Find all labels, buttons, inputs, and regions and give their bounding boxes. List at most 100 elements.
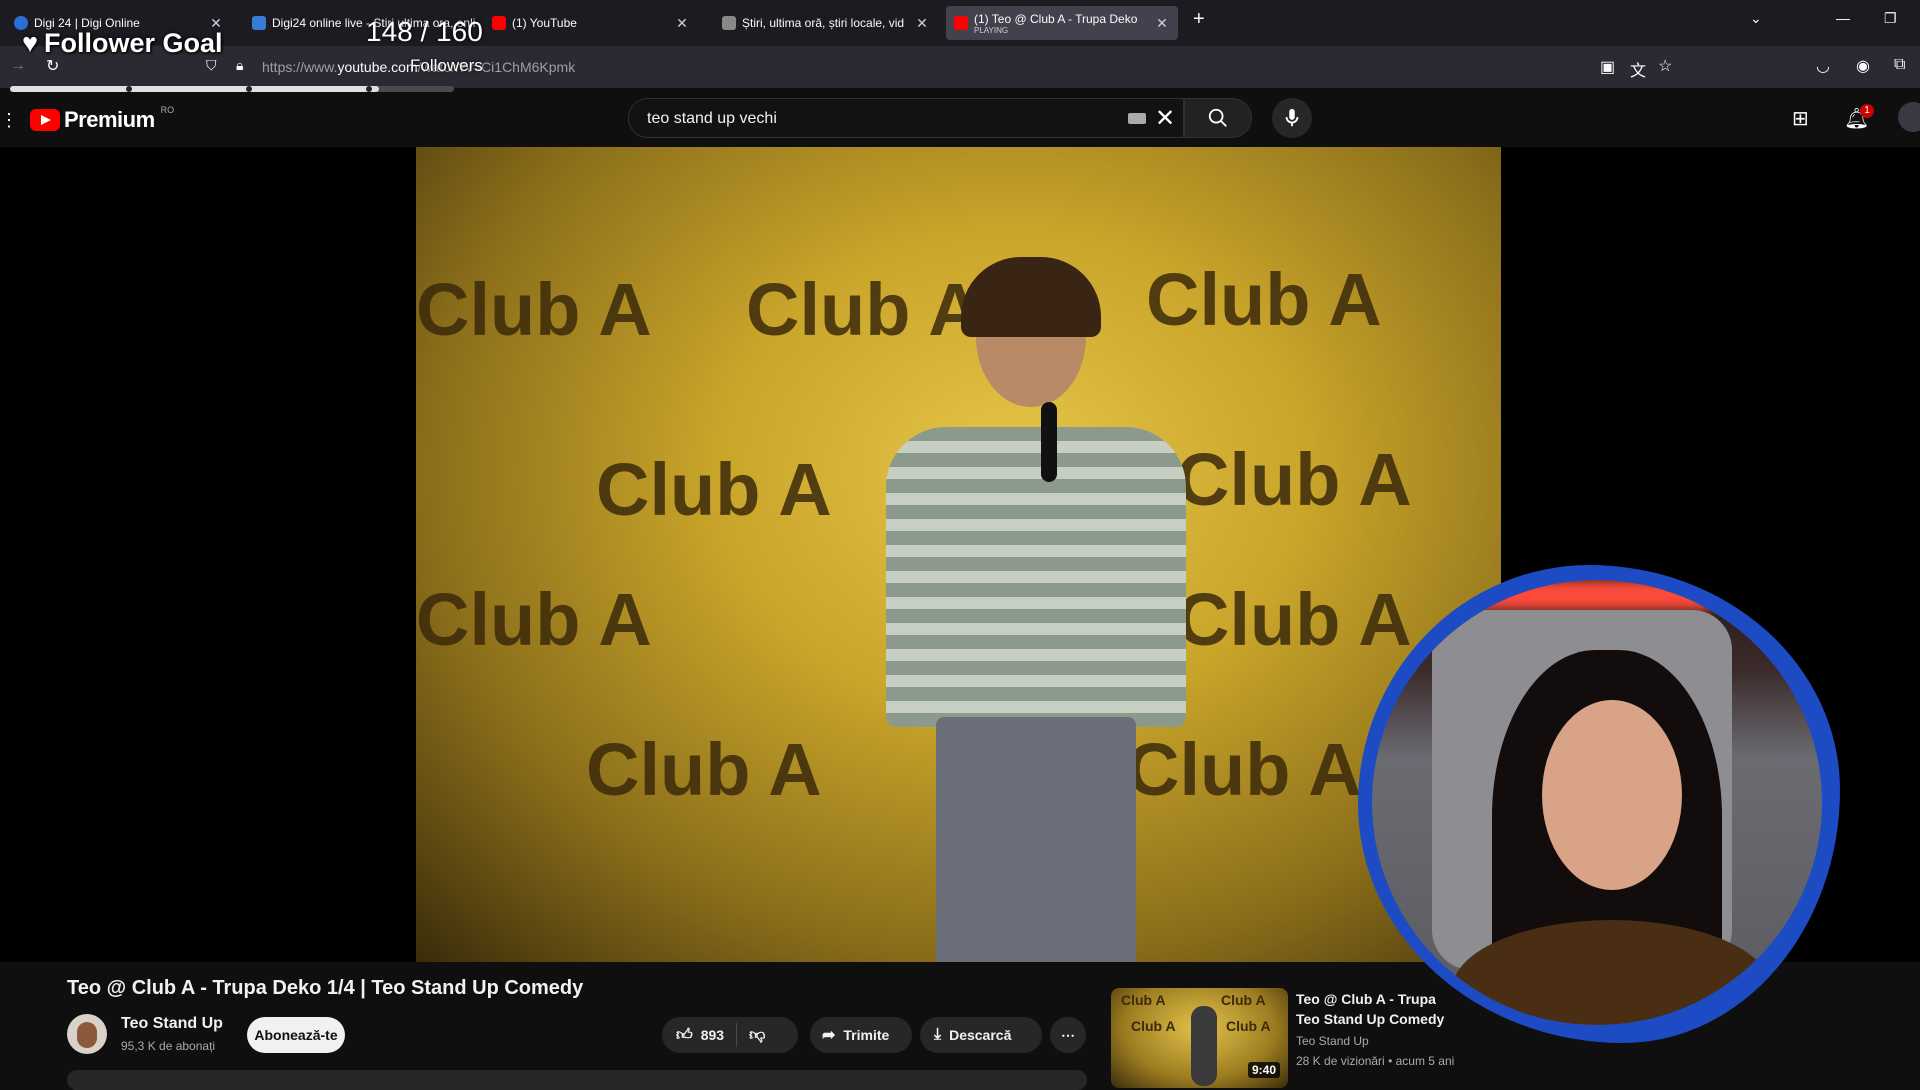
follower-goal-count: 148 / 160 [366,16,483,47]
news-favicon-icon [722,16,736,30]
meta-separator: • [1388,1054,1396,1068]
performer-shirt [886,427,1186,727]
microphone-icon [1285,108,1299,127]
voice-search-button[interactable] [1272,98,1312,138]
search-button[interactable] [1184,98,1252,138]
reload-icon[interactable]: ↻ [46,56,59,76]
channel-avatar[interactable] [67,1014,107,1054]
more-icon: ⋯ [1061,1026,1075,1043]
subscribe-button[interactable]: Abonează-te [247,1017,345,1053]
video-duration: 9:40 [1248,1062,1281,1078]
search-box[interactable] [628,98,1184,139]
thumbnail-backdrop-text: Club A [1226,1018,1271,1034]
account-icon[interactable]: ◉ [1856,56,1870,76]
video-title: Teo @ Club A - Trupa Deko 1/4 | Teo Stan… [67,977,584,999]
url-prefix: https://www. [262,59,338,75]
tab-playing-label: PLAYING [974,25,1009,35]
related-age: acum 5 ani [1395,1054,1455,1068]
extensions-icon[interactable]: ⧉ [1894,56,1905,74]
backdrop-text: Club A [416,268,652,351]
backdrop-text: Club A [1176,438,1412,521]
backdrop-text: Club A [586,728,822,811]
back-arrow-icon[interactable]: → [10,57,26,75]
related-views: 28 K de vizionări [1296,1054,1385,1068]
backdrop-text: Club A [746,268,982,351]
clear-search-icon[interactable]: ✕ [1155,104,1175,133]
country-code: RO [160,105,175,115]
search-input[interactable] [645,99,1129,139]
notification-badge: 1 [1860,104,1874,118]
follower-goal-progress-bar [10,86,454,92]
logo-text: Premium [64,107,155,132]
create-video-icon[interactable]: ⊞ [1792,106,1809,131]
share-button[interactable]: ➦ Trimite [810,1017,912,1053]
like-count[interactable]: 893 [701,1027,724,1043]
close-tab-icon[interactable]: ✕ [914,15,930,32]
tab-title: (1) Teo @ Club A - Trupa Deko [974,11,1138,26]
performer-microphone [1041,402,1057,482]
related-video-title[interactable]: Teo @ Club A - Trupa Teo Stand Up Comedy [1296,989,1444,1029]
related-title-line: Teo Stand Up Comedy [1296,1011,1445,1027]
tab-title: (1) YouTube [512,16,577,30]
youtube-favicon-icon [492,16,506,30]
channel-name[interactable]: Teo Stand Up [121,1015,223,1033]
close-tab-icon[interactable]: ✕ [1154,15,1170,32]
follower-goal-label: Followers [410,56,483,75]
bookmark-star-icon[interactable]: ☆ [1658,56,1672,76]
like-dislike-group: 👍︎ 893 👎︎ [662,1017,798,1053]
video-frame[interactable]: Club A Club A Club A Club A Club A Club … [416,147,1501,962]
download-icon: ⤓ [934,1026,942,1043]
keyboard-icon[interactable] [1128,113,1146,124]
youtube-favicon-icon [954,16,968,30]
background-light [1472,580,1712,610]
description-box[interactable] [67,1070,1087,1090]
tab-stiri[interactable]: Știri, ultima oră, știri locale, vid ✕ [714,6,938,40]
share-arrow-icon: ➦ [822,1027,836,1044]
more-actions-button[interactable]: ⋯ [1050,1017,1086,1053]
thumbs-down-icon[interactable]: 👎︎ [749,1026,765,1045]
follower-goal-text: Follower Goal [44,28,223,58]
share-label: Trimite [843,1027,890,1043]
progress-fill [10,86,379,92]
close-tab-icon[interactable]: ✕ [674,15,690,32]
backdrop-text: Club A [1146,258,1382,341]
performer-hair [961,257,1101,337]
new-tab-button[interactable]: + [1193,8,1205,31]
translate-icon[interactable]: 文 [1630,57,1646,81]
backdrop-text: Club A [596,448,832,531]
search-icon [1208,108,1227,127]
progress-tick [366,86,372,92]
tab-title: Știri, ultima oră, știri locale, vid [742,16,905,30]
thumbnail-backdrop-text: Club A [1131,1018,1176,1034]
related-video-meta: 28 K de vizionări • acum 5 ani [1296,1054,1454,1068]
pocket-icon[interactable]: ◡ [1816,56,1830,76]
picture-in-picture-icon[interactable]: ▣ [1600,57,1615,77]
url-domain: youtube.com [337,59,418,75]
download-button[interactable]: ⤓ Descarcă [920,1017,1042,1053]
thumbs-up-icon[interactable]: 👍︎ [676,1026,693,1045]
youtube-premium-logo[interactable]: Premium RO [30,105,175,133]
restore-window-button[interactable]: ❐ [1884,10,1897,27]
progress-tick [246,86,252,92]
backdrop-text: Club A [1126,728,1362,811]
related-channel-name[interactable]: Teo Stand Up [1296,1034,1369,1048]
tab-list-chevron-icon[interactable]: ⌄ [1750,10,1762,27]
follower-goal-title: ♥ Follower Goal [22,28,223,59]
heart-icon: ♥ [22,28,39,58]
thumbnail-backdrop-text: Club A [1121,992,1166,1008]
tab-youtube[interactable]: (1) YouTube ✕ [484,6,698,40]
performer-pants [936,717,1136,962]
account-avatar[interactable] [1898,102,1920,132]
hamburger-menu-icon[interactable]: ⋮ [0,110,18,131]
minimize-window-button[interactable]: — [1836,10,1850,26]
thumbnail-backdrop-text: Club A [1221,992,1266,1008]
lock-icon[interactable]: 🔒︎ [236,57,243,74]
tracking-shield-icon[interactable]: ⛉ [206,57,217,74]
backdrop-text: Club A [416,578,652,661]
download-label: Descarcă [949,1027,1012,1043]
related-title-line: Teo @ Club A - Trupa [1296,991,1436,1007]
divider [736,1023,738,1047]
progress-tick [126,86,132,92]
tab-teo-club-a[interactable]: (1) Teo @ Club A - Trupa Deko PLAYING ✕ [946,6,1178,40]
tab-title-block: (1) Teo @ Club A - Trupa Deko PLAYING [974,12,1154,35]
